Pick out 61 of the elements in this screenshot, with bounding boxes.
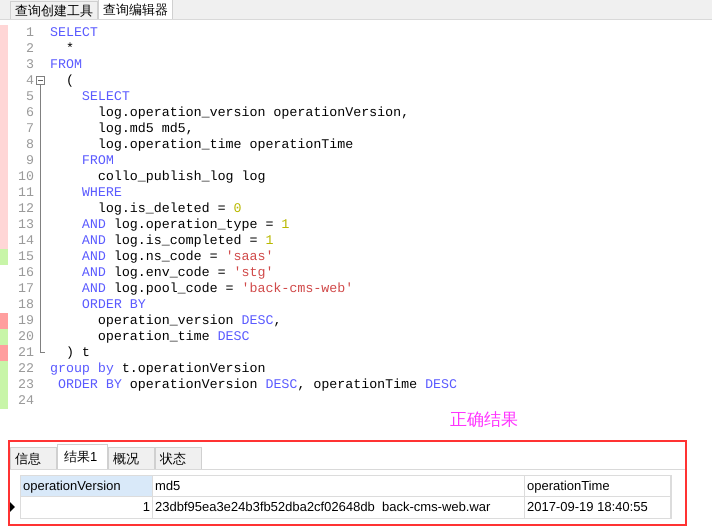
line-number: 8 xyxy=(26,137,34,152)
line-number: 11 xyxy=(18,185,34,200)
result-tab[interactable]: 结果1 xyxy=(57,444,108,469)
code-line: log.operation_version operationVersion, xyxy=(96,105,410,120)
code-line: log.md5 md5, xyxy=(96,121,194,136)
code-line: AND log.operation_type = 1 xyxy=(80,217,290,232)
result-tab[interactable]: 概况 xyxy=(108,447,155,469)
line-number: 20 xyxy=(18,329,34,344)
code-line: AND log.pool_code = 'back-cms-web' xyxy=(80,281,354,296)
line-number: 17 xyxy=(18,281,34,296)
code-line: AND log.ns_code = 'saas' xyxy=(80,249,274,264)
line-number: 14 xyxy=(18,233,34,248)
line-number: 5 xyxy=(26,89,34,104)
line-number: 4 xyxy=(26,73,34,88)
table-cell: 23dbf95ea3e24b3fb52dba2cf02648db back-cms-web.war xyxy=(153,497,525,518)
code-line: operation_time DESC xyxy=(96,329,250,344)
line-number: 6 xyxy=(26,105,34,120)
code-line: operation_version DESC, xyxy=(96,313,282,328)
line-number: 1 xyxy=(26,25,34,40)
code-line: ) t xyxy=(64,345,90,360)
code-line: SELECT xyxy=(80,89,130,104)
line-number: 21 xyxy=(18,345,34,360)
column-header[interactable]: operationVersion xyxy=(21,476,153,496)
code-line: * xyxy=(64,41,74,56)
line-number: 19 xyxy=(18,313,34,328)
annotation-text: 正确结果 xyxy=(450,409,518,431)
line-number: 9 xyxy=(26,153,34,168)
line-number: 15 xyxy=(18,249,34,264)
line-number: 18 xyxy=(18,297,34,312)
line-number: 12 xyxy=(18,201,34,216)
editor-tab[interactable]: 查询编辑器 xyxy=(98,0,173,19)
code-line: FROM xyxy=(50,57,82,72)
code-line: WHERE xyxy=(80,185,122,200)
collapse-icon[interactable] xyxy=(36,76,45,85)
line-number: 13 xyxy=(18,217,34,232)
line-number: 2 xyxy=(26,41,34,56)
line-number: 23 xyxy=(18,377,34,392)
table-cell: 1 xyxy=(21,497,153,518)
code-line: AND log.is_completed = 1 xyxy=(80,233,274,248)
line-number: 16 xyxy=(18,265,34,280)
column-header[interactable]: md5 xyxy=(153,476,525,496)
code-line: ORDER BY operationVersion DESC, operationTime DESC xyxy=(56,377,457,392)
code-line: SELECT xyxy=(50,25,98,40)
line-number: 22 xyxy=(18,361,34,376)
line-number: 7 xyxy=(26,121,34,136)
code-line: log.operation_time operationTime xyxy=(96,137,354,152)
code-line: log.is_deleted = 0 xyxy=(96,201,242,216)
code-line: group by t.operationVersion xyxy=(50,361,266,376)
code-line: collo_publish_log log xyxy=(96,169,266,184)
table-cell: 2017-09-19 18:40:55 xyxy=(525,497,671,518)
line-number: 3 xyxy=(26,57,34,72)
result-tab[interactable]: 信息 xyxy=(10,447,57,469)
result-tab[interactable]: 状态 xyxy=(155,447,202,469)
code-line: FROM xyxy=(80,153,114,168)
code-line: ORDER BY xyxy=(80,297,146,312)
line-number: 24 xyxy=(18,393,34,408)
column-header[interactable]: operationTime xyxy=(525,476,671,496)
code-line: AND log.env_code = 'stg' xyxy=(80,265,274,280)
line-number: 10 xyxy=(18,169,34,184)
code-line: ( xyxy=(64,73,74,88)
editor-tab[interactable]: 查询创建工具 xyxy=(10,1,98,19)
